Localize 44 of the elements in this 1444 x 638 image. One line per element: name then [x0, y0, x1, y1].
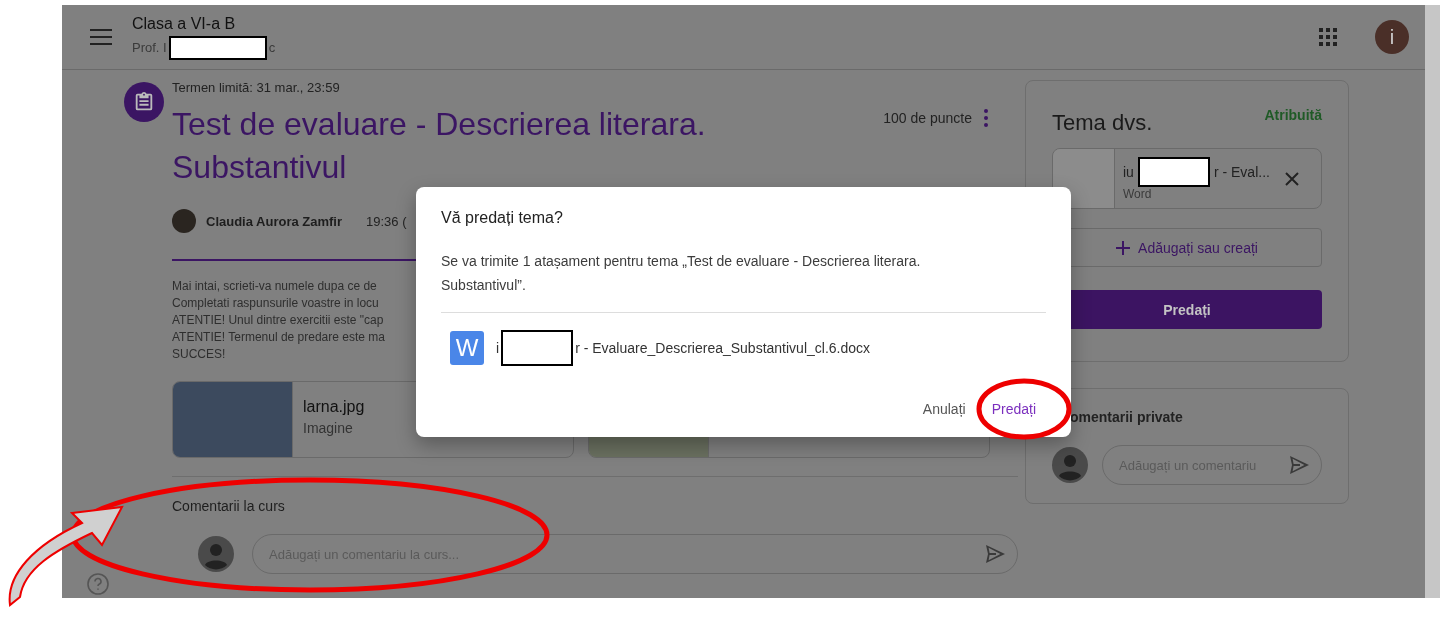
author-avatar: [172, 209, 196, 233]
description-line: SUCCES!: [172, 346, 226, 363]
file-name: r - Evaluare_Descrierea_Substantivul_cl.6.docx: [575, 340, 871, 356]
due-date: Termen limită: 31 mar., 23:59: [172, 80, 341, 95]
menu-button[interactable]: [90, 29, 112, 45]
attachment-type: Imagine: [303, 420, 354, 436]
dialog-message: Se va trimite 1 atașament pentru tema „Test de evaluare - Descrierea literara. Substantivul”.: [441, 252, 922, 295]
attachment-name: larna.jpg: [303, 398, 365, 416]
points-label: 100 de puncte: [883, 110, 972, 126]
avatar-icon: [1052, 447, 1088, 483]
teacher-name: Prof. I: [132, 40, 167, 55]
close-icon[interactable]: [1285, 171, 1299, 186]
help-icon[interactable]: [86, 572, 110, 596]
assignment-title: Test de evaluare - Descrierea literara. Substantivul: [172, 105, 707, 187]
more-options-icon[interactable]: [984, 109, 988, 127]
status-label: Atribuită: [1264, 107, 1322, 123]
file-name: i: [496, 340, 500, 356]
send-button[interactable]: [983, 542, 1007, 566]
cancel-button[interactable]: Anulați: [912, 393, 976, 425]
post-time: 19:36 (: [366, 213, 407, 229]
plus-icon: [1116, 240, 1131, 255]
file-name: iu: [1123, 163, 1134, 180]
dialog-title: Vă predați tema?: [441, 209, 564, 227]
class-comments-title: Comentarii la curs: [172, 498, 286, 514]
send-button[interactable]: [1287, 453, 1311, 477]
private-comments-title: omentarii private: [1070, 409, 1184, 425]
assignment-icon: [133, 91, 155, 113]
apps-grid-icon[interactable]: [1319, 28, 1337, 46]
avatar-icon: [198, 536, 234, 572]
attachment-card[interactable]: larna.jpg Imagine: [172, 381, 574, 458]
your-work-title: Tema dvs.: [1052, 110, 1153, 136]
account-avatar[interactable]: i: [1375, 20, 1409, 54]
word-file-icon: W: [450, 331, 484, 365]
file-name: r - Eval...: [1213, 163, 1270, 180]
description-line: ATENTIE! Termenul de predare este ma: [172, 329, 385, 346]
attached-file[interactable]: iu r - Eval... Word: [1052, 148, 1322, 209]
author-name: Claudia Aurora Zamfir: [206, 213, 343, 229]
class-title: Clasa a VI-a B: [132, 14, 237, 33]
description-line: ATENTIE! Unul dintre exercitii este "cap: [172, 312, 384, 329]
teacher-name: c: [268, 40, 276, 55]
document-thumbnail: [1053, 149, 1115, 208]
file-type: Word: [1123, 186, 1153, 201]
description-line: Completati raspunsurile voastre in locu: [172, 295, 379, 312]
description-line: Mai intai, scrieti-va numele dupa ce de: [172, 278, 377, 295]
